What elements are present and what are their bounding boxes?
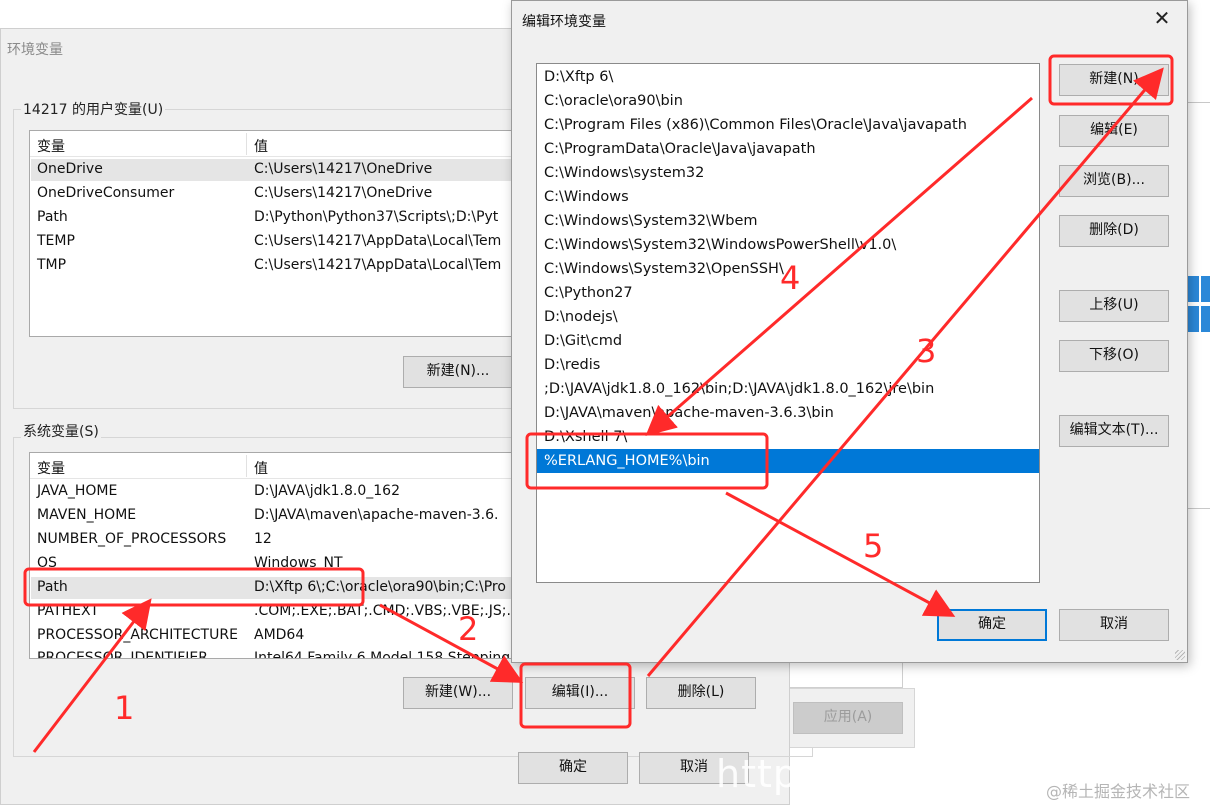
- move-down-button[interactable]: 下移(O): [1059, 340, 1169, 372]
- system-var-name[interactable]: PATHEXT: [37, 603, 99, 619]
- path-entry[interactable]: D:\Git\cmd: [537, 329, 1039, 353]
- list-header: 变量 值: [30, 453, 528, 479]
- system-var-name-path[interactable]: Path: [37, 579, 68, 595]
- divider: [1185, 508, 1210, 509]
- watermark-url-text: https: [716, 752, 819, 796]
- system-edit-button[interactable]: 编辑(I)...: [525, 677, 635, 709]
- path-entry[interactable]: C:\Windows\System32\OpenSSH\: [537, 257, 1039, 281]
- edit-text-button[interactable]: 编辑文本(T)...: [1059, 415, 1169, 447]
- watermark-url-tail: g: [888, 752, 914, 796]
- user-variables-list[interactable]: 变量 值 OneDrive C:\Users\14217\OneDrive On…: [29, 130, 529, 337]
- path-entry[interactable]: ;D:\JAVA\jdk1.8.0_162\bin;D:\JAVA\jdk1.8…: [537, 377, 1039, 401]
- system-var-value[interactable]: AMD64: [254, 627, 304, 643]
- close-icon[interactable]: ✕: [1148, 7, 1176, 31]
- path-entry[interactable]: C:\Windows\System32\Wbem: [537, 209, 1039, 233]
- watermark-url: https g: [716, 752, 914, 796]
- path-entry[interactable]: D:\nodejs\: [537, 305, 1039, 329]
- system-variables-label: 系统变量(S): [21, 421, 101, 441]
- path-entry[interactable]: C:\Program Files (x86)\Common Files\Orac…: [537, 113, 1039, 137]
- user-var-value[interactable]: C:\Users\14217\OneDrive: [254, 161, 432, 177]
- path-entry[interactable]: D:\Xftp 6\: [537, 65, 1039, 89]
- path-entry[interactable]: C:\ProgramData\Oracle\Java\javapath: [537, 137, 1039, 161]
- path-entry[interactable]: D:\Xshell 7\: [537, 425, 1039, 449]
- system-new-button[interactable]: 新建(W)...: [403, 677, 513, 709]
- user-var-value[interactable]: D:\Python\Python37\Scripts\;D:\Pyt: [254, 209, 498, 225]
- env-ok-button[interactable]: 确定: [518, 752, 628, 784]
- browse-button[interactable]: 浏览(B)...: [1059, 165, 1169, 197]
- delete-entry-button[interactable]: 删除(D): [1059, 215, 1169, 247]
- path-entries-list[interactable]: D:\Xftp 6\ C:\oracle\ora90\bin C:\Program …: [536, 63, 1040, 583]
- path-entry[interactable]: C:\Windows: [537, 185, 1039, 209]
- column-header-value[interactable]: 值: [254, 136, 268, 156]
- system-var-value[interactable]: D:\JAVA\jdk1.8.0_162: [254, 483, 400, 499]
- system-var-name[interactable]: NUMBER_OF_PROCESSORS: [37, 531, 226, 547]
- system-var-value[interactable]: 12: [254, 531, 272, 547]
- system-var-value-path[interactable]: D:\Xftp 6\;C:\oracle\ora90\bin;C:\Pro: [254, 579, 506, 595]
- system-var-name[interactable]: PROCESSOR_ARCHITECTURE: [37, 627, 238, 643]
- user-new-button[interactable]: 新建(N)...: [403, 356, 513, 388]
- system-var-value[interactable]: Windows_NT: [254, 555, 343, 571]
- user-var-value[interactable]: C:\Users\14217\AppData\Local\Tem: [254, 233, 501, 249]
- path-entry[interactable]: C:\Python27: [537, 281, 1039, 305]
- system-var-name[interactable]: JAVA_HOME: [37, 483, 117, 499]
- path-entry[interactable]: C:\Windows\system32: [537, 161, 1039, 185]
- user-var-name[interactable]: OneDriveConsumer: [37, 185, 174, 201]
- apply-button[interactable]: 应用(A): [793, 702, 903, 734]
- path-entry[interactable]: C:\Windows\System32\WindowsPowerShell\v1…: [537, 233, 1039, 257]
- dialog-title: 编辑环境变量: [522, 14, 606, 30]
- user-var-name[interactable]: Path: [37, 209, 68, 225]
- system-var-name[interactable]: PROCESSOR_IDENTIFIER: [37, 650, 208, 658]
- system-var-name[interactable]: MAVEN_HOME: [37, 507, 136, 523]
- list-header: 变量 值: [30, 131, 528, 157]
- watermark-brand: @稀土掘金技术社区: [1046, 782, 1191, 801]
- dialog-cancel-button[interactable]: 取消: [1059, 609, 1169, 641]
- user-var-name[interactable]: TEMP: [37, 233, 75, 249]
- system-delete-button[interactable]: 删除(L): [646, 677, 756, 709]
- user-var-value[interactable]: C:\Users\14217\OneDrive: [254, 185, 432, 201]
- path-entry[interactable]: D:\JAVA\maven\apache-maven-3.6.3\bin: [537, 401, 1039, 425]
- system-var-value[interactable]: D:\JAVA\maven\apache-maven-3.6.: [254, 507, 499, 523]
- user-var-value[interactable]: C:\Users\14217\AppData\Local\Tem: [254, 257, 501, 273]
- system-var-value[interactable]: .COM;.EXE;.BAT;.CMD;.VBS;.VBE;.JS;.: [254, 603, 511, 619]
- system-var-name[interactable]: OS: [37, 555, 57, 571]
- path-entry-selected[interactable]: %ERLANG_HOME%\bin: [537, 449, 1039, 473]
- system-variables-list[interactable]: 变量 值 JAVA_HOME D:\JAVA\jdk1.8.0_162 MAVE…: [29, 452, 529, 659]
- path-entry[interactable]: D:\redis: [537, 353, 1039, 377]
- system-var-value[interactable]: Intel64 Family 6 Model 158 Stepping: [254, 650, 510, 658]
- new-entry-button[interactable]: 新建(N): [1059, 64, 1169, 96]
- user-var-name[interactable]: TMP: [37, 257, 66, 273]
- resize-grip[interactable]: [1175, 650, 1185, 660]
- column-header-variable[interactable]: 变量: [37, 136, 65, 156]
- user-variables-label: 14217 的用户变量(U): [21, 99, 166, 119]
- window-title: 环境变量: [7, 42, 63, 58]
- edit-env-variable-dialog: 编辑环境变量 ✕ D:\Xftp 6\ C:\oracle\ora90\bin C:…: [511, 0, 1188, 663]
- dialog-ok-button[interactable]: 确定: [937, 609, 1047, 641]
- column-header-value[interactable]: 值: [254, 458, 268, 478]
- path-entry[interactable]: C:\oracle\ora90\bin: [537, 89, 1039, 113]
- user-var-name[interactable]: OneDrive: [37, 161, 103, 177]
- edit-entry-button[interactable]: 编辑(E): [1059, 115, 1169, 147]
- column-header-variable[interactable]: 变量: [37, 458, 65, 478]
- move-up-button[interactable]: 上移(U): [1059, 290, 1169, 322]
- divider: [1185, 102, 1210, 103]
- windows-logo-icon: [1187, 276, 1210, 334]
